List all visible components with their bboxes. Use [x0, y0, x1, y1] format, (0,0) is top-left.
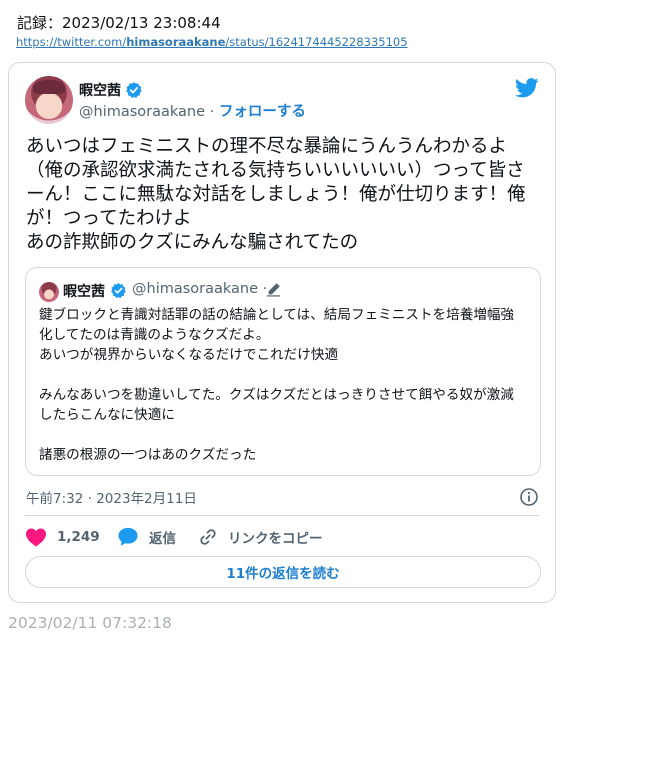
- source-link[interactable]: https://twitter.com/himasoraakane/status…: [16, 35, 408, 49]
- record-datetime: 2023/02/13 23:08:44: [62, 14, 221, 32]
- link-icon: [200, 529, 216, 545]
- actions-row: 1,249 返信 リンクをコピー: [25, 525, 545, 549]
- handle[interactable]: @himasoraakane: [79, 104, 205, 120]
- info-icon[interactable]: [519, 487, 539, 507]
- reply-label: 返信: [149, 531, 176, 547]
- tweet-timestamp[interactable]: 午前7:32 · 2023年2月11日: [26, 487, 197, 507]
- verified-badge-icon: [111, 283, 126, 299]
- copy-link-button[interactable]: リンクをコピー: [198, 525, 323, 549]
- record-line: 記録：2023/02/13 23:08:44: [17, 12, 221, 33]
- quote-handle: @himasoraakane: [132, 281, 259, 297]
- display-name[interactable]: 暇空茜: [79, 80, 121, 100]
- copy-link-label: リンクをコピー: [228, 531, 323, 547]
- divider: [25, 515, 539, 516]
- like-button[interactable]: 1,249: [25, 525, 100, 549]
- quote-avatar: [39, 282, 59, 302]
- tweet-text: あいつはフェミニストの理不尽な暴論にうんうんわかるよ（俺の承認欲求満たされる気持…: [26, 136, 526, 253]
- pencil-edit-icon: [266, 283, 281, 297]
- follow-link[interactable]: フォローする: [219, 104, 306, 120]
- record-label: 記録：: [17, 14, 63, 32]
- quote-text: 鍵ブロックと青識対話罪の話の結論としては、結局フェミニストを培養増幅強化してたの…: [39, 307, 515, 463]
- separator-dot: ·: [209, 104, 215, 120]
- handle-row: @himasoraakane · フォローする: [79, 100, 306, 121]
- quote-card[interactable]: 暇空茜 @himasoraakane · 鍵ブロックと青識対話罪の話の結論として…: [25, 267, 541, 476]
- verified-badge-icon: [126, 82, 142, 99]
- quote-display-name: 暇空茜: [63, 284, 105, 300]
- reply-button[interactable]: 返信: [117, 525, 176, 549]
- source-url-suffix[interactable]: /status/1624174445228335105: [225, 35, 407, 49]
- speech-bubble-icon: [118, 527, 138, 546]
- avatar[interactable]: [25, 76, 73, 124]
- like-count: 1,249: [57, 529, 100, 545]
- read-replies-button[interactable]: 11件の返信を読む: [25, 556, 541, 588]
- tweet-card: 暇空茜 @himasoraakane · フォローする あいつはフェミニストの理…: [8, 62, 556, 603]
- heart-icon: [26, 528, 46, 547]
- source-url-user[interactable]: himasoraakane: [126, 35, 225, 49]
- source-url-prefix[interactable]: https://twitter.com/: [16, 35, 126, 49]
- capture-time: 2023/02/11 07:32:18: [8, 614, 172, 632]
- quote-handle-row: @himasoraakane ·: [132, 281, 267, 297]
- twitter-bird-icon[interactable]: [515, 78, 539, 98]
